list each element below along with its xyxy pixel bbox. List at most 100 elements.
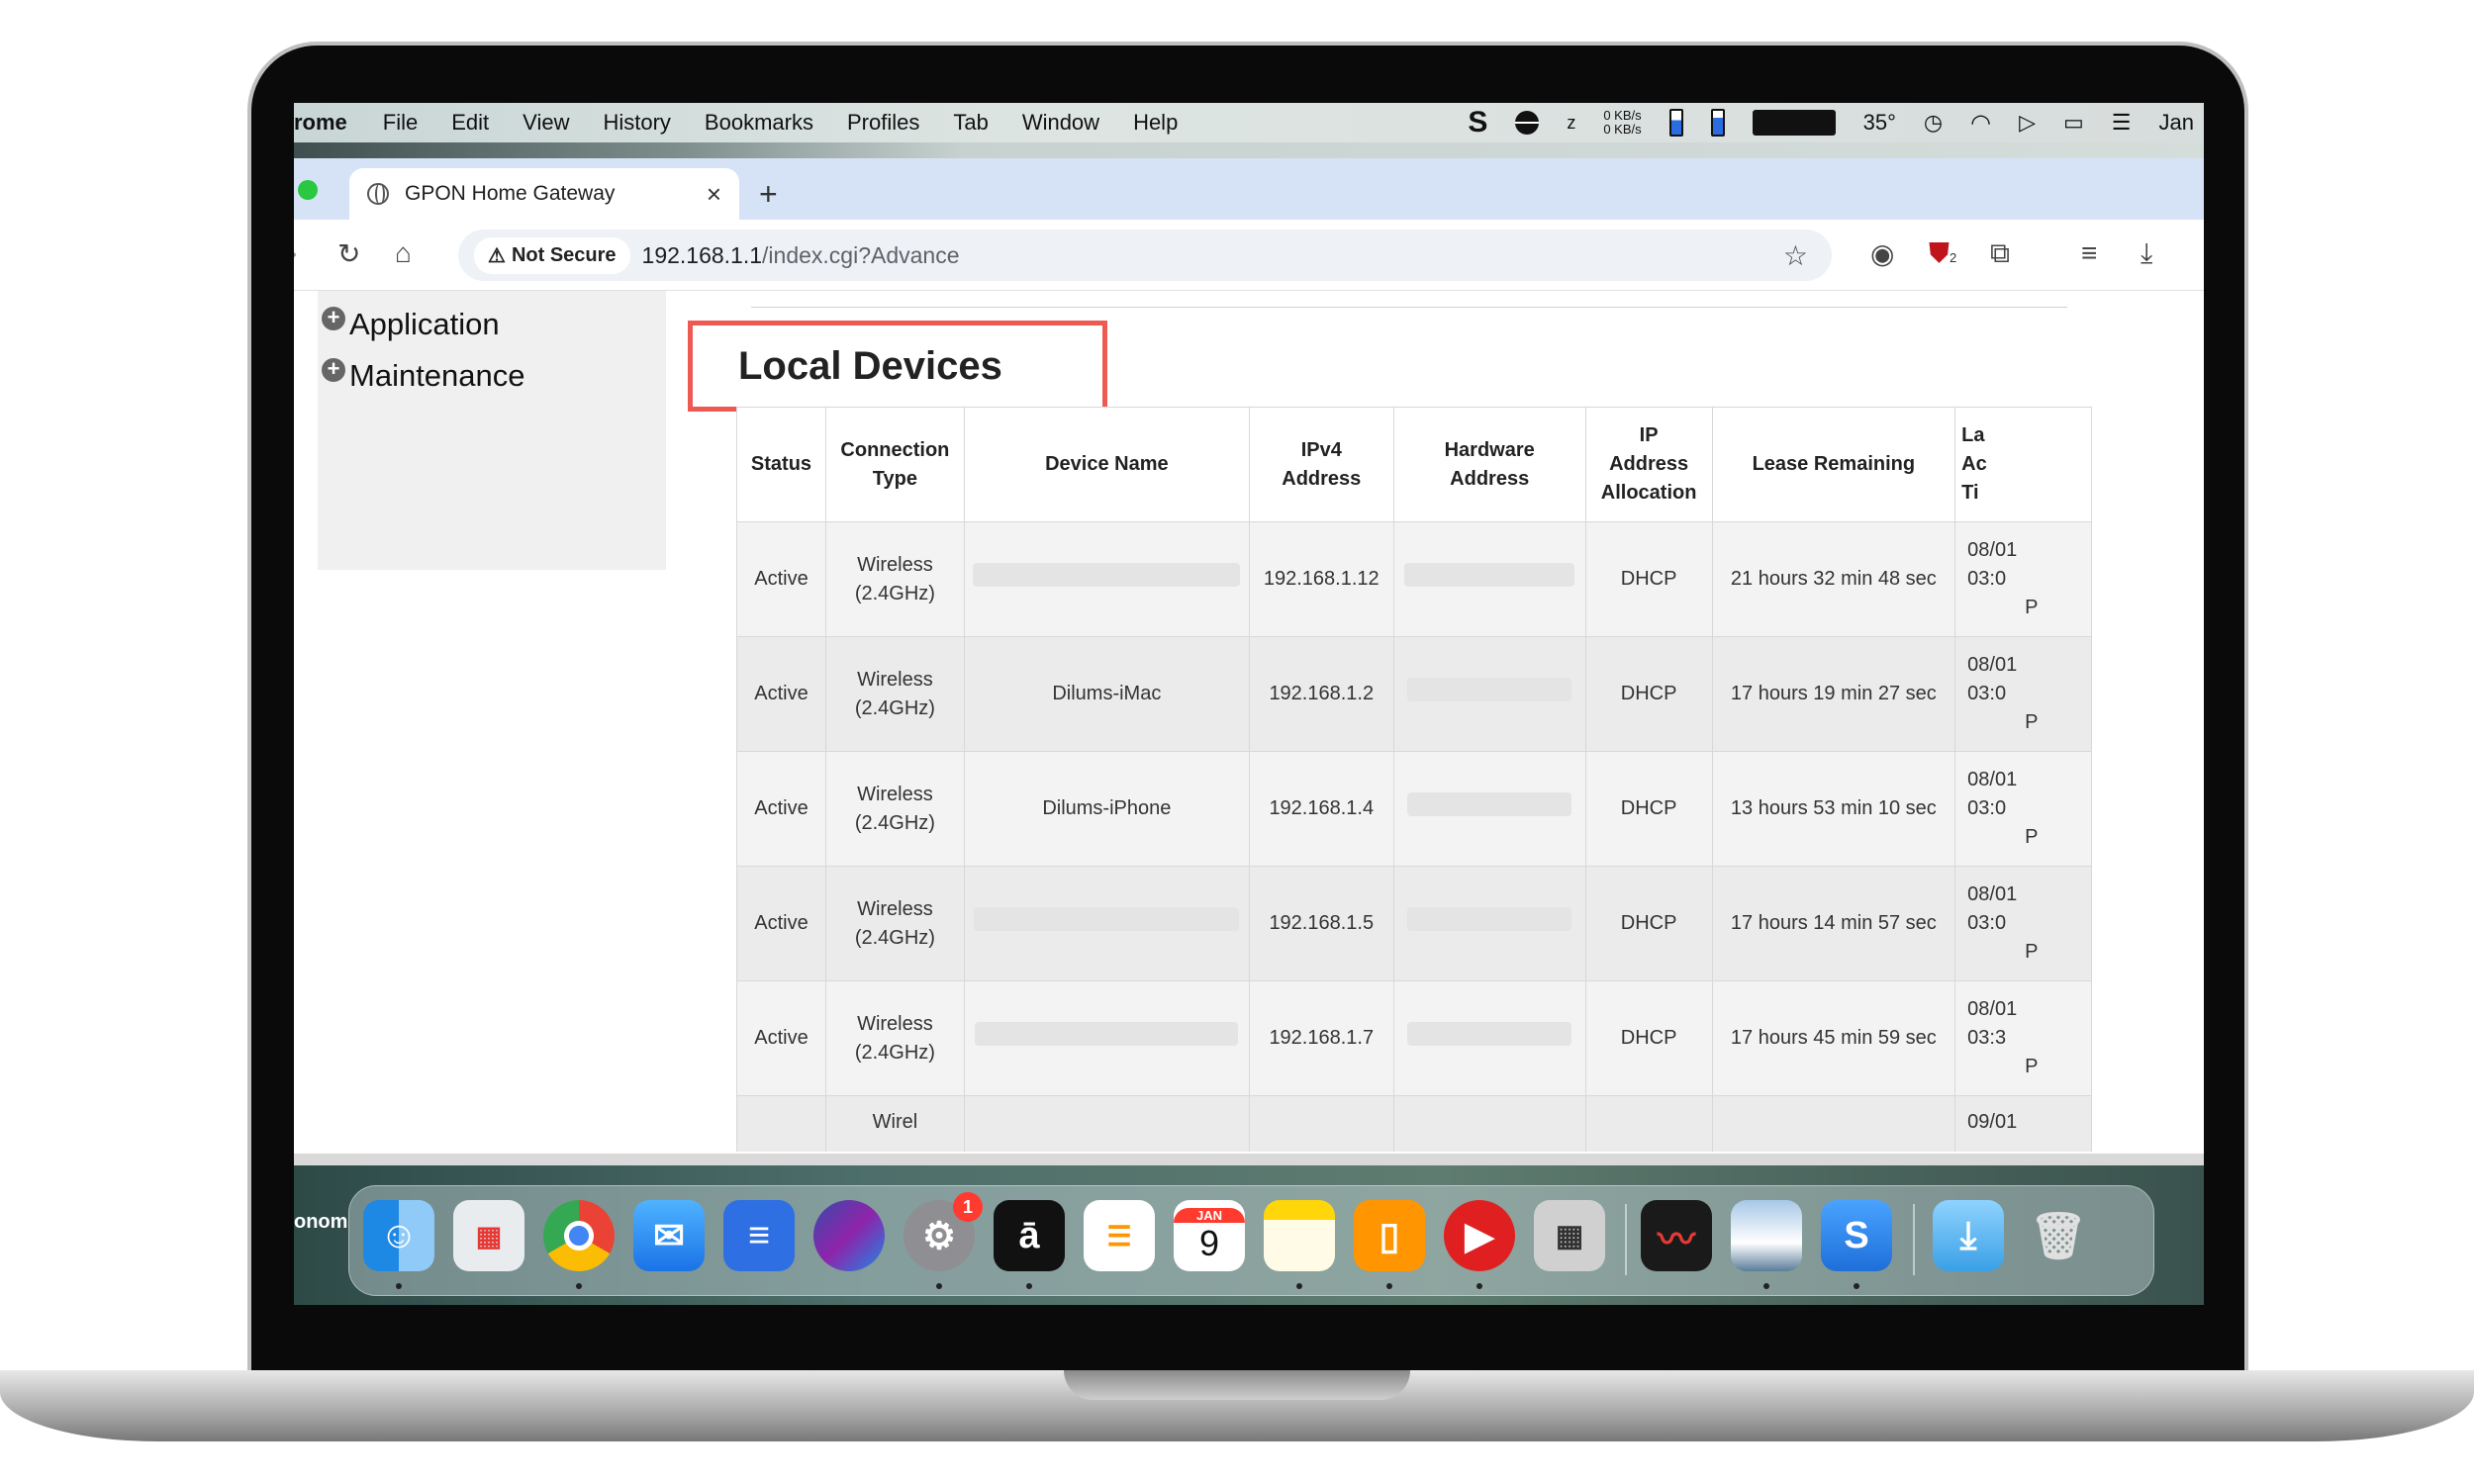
incognito-extension-icon[interactable]: ◉	[1870, 237, 1894, 270]
sleep-icon[interactable]: z	[1567, 113, 1575, 134]
notes-icon[interactable]	[1264, 1200, 1335, 1271]
window-zoom-button[interactable]	[298, 180, 318, 200]
running-indicator	[936, 1283, 942, 1289]
mail-icon[interactable]: ✉	[633, 1200, 705, 1271]
downloads-folder-icon[interactable]: ⤓	[1933, 1200, 2004, 1271]
header-ipv4[interactable]: IPv4 Address	[1248, 407, 1394, 522]
time-machine-icon[interactable]: ◷	[1924, 110, 1943, 136]
status-area: S z 0 KB/s 0 KB/s 35° ◷ ◠ ▷ ▭ ☰ Jan	[1468, 103, 2194, 142]
security-chip[interactable]: ⚠ Not Secure	[474, 236, 630, 274]
menu-help[interactable]: Help	[1133, 110, 1211, 136]
cell-lease: 17 hours 19 min 27 sec	[1711, 636, 1956, 752]
s-app-dock-icon[interactable]: S	[1821, 1200, 1892, 1271]
reload-icon[interactable]: ↻	[337, 237, 360, 270]
table-header-row: Status Connection Type Device Name IPv4 Ad…	[736, 407, 2092, 522]
finder-icon[interactable]: ☺	[363, 1200, 434, 1271]
cell-connection: Wireless (2.4GHz)	[824, 521, 965, 637]
menu-file[interactable]: File	[383, 110, 451, 136]
expand-icon[interactable]: +	[322, 358, 345, 382]
play-icon[interactable]: ▷	[2019, 110, 2036, 136]
menu-profiles[interactable]: Profiles	[847, 110, 953, 136]
trash-icon[interactable]: 🗑	[2023, 1200, 2094, 1271]
header-device-name[interactable]: Device Name	[963, 407, 1250, 522]
table-row[interactable]: Active Wireless (2.4GHz) 192.168.1.7 DHCP…	[736, 980, 2092, 1096]
cell-ipv4: 192.168.1.12	[1248, 521, 1394, 637]
clock[interactable]: Jan	[2159, 110, 2194, 136]
table-row[interactable]: Active Wireless (2.4GHz) Dilums-iPhone 19…	[736, 751, 2092, 867]
cell-hardware	[1392, 521, 1586, 637]
launchpad-icon[interactable]: ▦	[453, 1200, 524, 1271]
menu-tab[interactable]: Tab	[953, 110, 1021, 136]
media-queue-icon[interactable]: ≡	[2081, 237, 2097, 269]
control-center-icon[interactable]: ☰	[2112, 110, 2132, 136]
table-row[interactable]: Active Wireless (2.4GHz) 192.168.1.12 DHC…	[736, 521, 2092, 637]
youtube-music-icon[interactable]: ▶	[1444, 1200, 1515, 1271]
calendar-icon[interactable]: JAN 9	[1174, 1200, 1245, 1271]
desktop: onom ☺ ▦ ✉ ≡ ⚙ 1 ā ☰ JAN 9 ▯ ▶ ▦ 〰 S ⤓ 🗑	[294, 1165, 2204, 1305]
wifi-icon[interactable]: ◠	[1970, 109, 1991, 138]
laptop-notch	[1064, 1370, 1410, 1400]
cell-last-active: 09/01	[1954, 1095, 2092, 1152]
cell-ipv4: 192.168.1.7	[1248, 980, 1394, 1096]
reminders-icon[interactable]: ☰	[1084, 1200, 1155, 1271]
horizontal-scrollbar[interactable]	[294, 1154, 2204, 1165]
cell-allocation: DHCP	[1584, 751, 1713, 867]
cell-hardware	[1392, 751, 1586, 867]
url-host: 192.168.1.1	[641, 241, 763, 268]
running-indicator	[1854, 1283, 1859, 1289]
header-hardware[interactable]: Hardware Address	[1392, 407, 1586, 522]
back-icon[interactable]: ›	[294, 237, 297, 269]
redacted-block	[1407, 1022, 1572, 1046]
circle-half-icon[interactable]	[1515, 111, 1540, 135]
header-last-active[interactable]: La Ac Ti	[1954, 407, 2092, 522]
tab-gpon[interactable]: GPON Home Gateway ×	[349, 168, 739, 220]
notion-icon[interactable]: ā	[994, 1200, 1065, 1271]
books-icon[interactable]: ▯	[1354, 1200, 1425, 1271]
sidebar-item-maintenance[interactable]: + Maintenance	[318, 350, 666, 402]
display-icon[interactable]: ▭	[2063, 110, 2084, 136]
docs-icon[interactable]: ≡	[723, 1200, 795, 1271]
menu-bookmarks[interactable]: Bookmarks	[705, 110, 847, 136]
table-row[interactable]: Active Wireless (2.4GHz) 192.168.1.5 DHCP…	[736, 866, 2092, 981]
cell-allocation: DHCP	[1584, 866, 1713, 981]
new-tab-button[interactable]: +	[759, 176, 778, 213]
header-connection-type[interactable]: Connection Type	[824, 407, 965, 522]
address-bar[interactable]: ⚠ Not Secure 192.168.1.1/index.cgi?Advan…	[458, 230, 1832, 281]
chrome-icon[interactable]	[543, 1200, 615, 1271]
preview-icon[interactable]	[1731, 1200, 1802, 1271]
globe-icon	[367, 183, 389, 205]
header-status[interactable]: Status	[736, 407, 826, 522]
bookmark-star-icon[interactable]: ☆	[1783, 239, 1808, 272]
cell-device-name	[963, 980, 1250, 1096]
calculator-icon[interactable]: ▦	[1534, 1200, 1605, 1271]
dock: ☺ ▦ ✉ ≡ ⚙ 1 ā ☰ JAN 9 ▯ ▶ ▦ 〰 S ⤓ 🗑	[348, 1185, 2154, 1296]
menu-window[interactable]: Window	[1022, 110, 1133, 136]
shield-extension-icon[interactable]: ⛊2	[1929, 237, 1956, 270]
expand-icon[interactable]: +	[322, 307, 345, 330]
arc-browser-icon[interactable]	[813, 1200, 885, 1271]
calendar-month: JAN	[1174, 1207, 1245, 1223]
table-row[interactable]: Active Wireless (2.4GHz) Dilums-iMac 192.…	[736, 636, 2092, 752]
redacted-block	[975, 1022, 1239, 1046]
menu-edit[interactable]: Edit	[451, 110, 523, 136]
cell-allocation: DHCP	[1584, 980, 1713, 1096]
extensions-puzzle-icon[interactable]: ⧉	[1990, 237, 2010, 270]
tab-bar: GPON Home Gateway × +	[294, 158, 2204, 220]
menu-history[interactable]: History	[603, 110, 704, 136]
table-row[interactable]: Wirel 09/01	[736, 1095, 2092, 1152]
menu-view[interactable]: View	[523, 110, 603, 136]
running-indicator	[1026, 1283, 1032, 1289]
menu-app-name[interactable]: rome	[294, 110, 383, 136]
header-allocation[interactable]: IP Address Allocation	[1584, 407, 1713, 522]
system-settings-icon[interactable]: ⚙ 1	[904, 1192, 983, 1271]
tab-close-icon[interactable]: ×	[707, 179, 721, 210]
tab-title: GPON Home Gateway	[405, 182, 616, 205]
download-icon[interactable]: ⤓	[2141, 237, 2152, 270]
header-lease[interactable]: Lease Remaining	[1711, 407, 1956, 522]
home-icon[interactable]: ⌂	[395, 237, 412, 269]
url-text[interactable]: 192.168.1.1/index.cgi?Advance	[642, 242, 960, 269]
sidebar-item-application[interactable]: + Application	[318, 299, 666, 350]
audio-recorder-icon[interactable]: 〰	[1641, 1200, 1712, 1271]
s-app-icon[interactable]: S	[1468, 106, 1487, 139]
running-indicator	[396, 1283, 402, 1289]
